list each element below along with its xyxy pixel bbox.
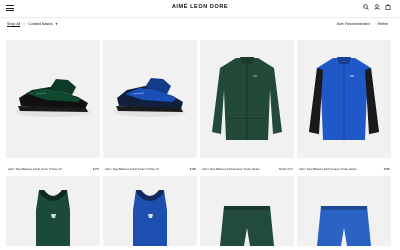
product-card[interactable]: ALD / New Balance Performance Track Jack… <box>200 40 294 171</box>
shopping-bag-icon[interactable] <box>385 4 391 10</box>
product-name[interactable]: ALD / New Balance Performance Track Jack… <box>299 167 357 171</box>
shorts-image <box>317 206 371 246</box>
product-image[interactable] <box>103 176 197 246</box>
search-icon[interactable] <box>363 4 369 10</box>
product-card[interactable]: ALD / New Balance Fresh Foam X More v5 $… <box>103 40 197 171</box>
product-card[interactable]: ALD / New Balance Fresh Foam X More v5 $… <box>6 40 100 171</box>
account-icon[interactable] <box>374 4 380 10</box>
shop-all-link[interactable]: Shop All <box>7 22 20 26</box>
filter-bar: Shop All > Curated Basics ▾ Sort: Recomm… <box>0 17 400 33</box>
product-card[interactable] <box>103 176 197 246</box>
product-image[interactable] <box>6 40 100 158</box>
product-image[interactable] <box>200 40 294 158</box>
product-card[interactable] <box>297 176 391 246</box>
product-image[interactable] <box>297 176 391 246</box>
product-caption: ALD / New Balance Fresh Foam X More v5 $… <box>8 167 99 171</box>
product-caption: ALD / New Balance Performance Track Jack… <box>202 167 293 171</box>
product-card[interactable]: ALD / New Balance Performance Track Jack… <box>297 40 391 171</box>
sort-dropdown[interactable]: Sort: Recommended <box>337 22 370 26</box>
product-card[interactable] <box>200 176 294 246</box>
product-price: $175 <box>92 167 99 171</box>
product-card[interactable] <box>6 176 100 246</box>
product-price: $185 <box>189 167 196 171</box>
breadcrumb-separator: > <box>23 22 26 26</box>
product-price: SOLD OUT <box>278 167 293 171</box>
product-name[interactable]: ALD / New Balance Fresh Foam X More v5 <box>8 167 62 171</box>
product-image[interactable] <box>297 40 391 158</box>
track-jacket-image <box>212 57 282 140</box>
product-caption: ALD / New Balance Performance Track Jack… <box>299 167 390 171</box>
sneaker-image <box>114 78 186 117</box>
top-navigation-bar: AIMÉ LEON DORE <box>0 0 400 17</box>
refine-button[interactable]: Refine <box>378 22 388 26</box>
product-image[interactable] <box>6 176 100 246</box>
brand-logo[interactable]: AIMÉ LEON DORE <box>0 4 400 10</box>
track-jacket-image <box>309 57 379 140</box>
tank-top-image <box>36 190 70 246</box>
collection-dropdown[interactable]: Curated Basics <box>28 22 52 26</box>
product-name[interactable]: ALD / New Balance Fresh Foam X More v5 <box>105 167 159 171</box>
product-image[interactable] <box>200 176 294 246</box>
shorts-image <box>220 206 274 246</box>
product-price: $385 <box>383 167 390 171</box>
tank-top-image <box>133 190 167 246</box>
header-actions <box>363 4 391 10</box>
chevron-down-icon[interactable]: ▾ <box>56 22 58 26</box>
product-image[interactable] <box>103 40 197 158</box>
sneaker-image <box>15 79 91 117</box>
product-name[interactable]: ALD / New Balance Performance Track Jack… <box>202 167 260 171</box>
product-caption: ALD / New Balance Fresh Foam X More v5 $… <box>105 167 196 171</box>
sort-refine-controls: Sort: Recommended Refine <box>337 22 388 26</box>
breadcrumb: Shop All > Curated Basics ▾ <box>7 22 57 26</box>
